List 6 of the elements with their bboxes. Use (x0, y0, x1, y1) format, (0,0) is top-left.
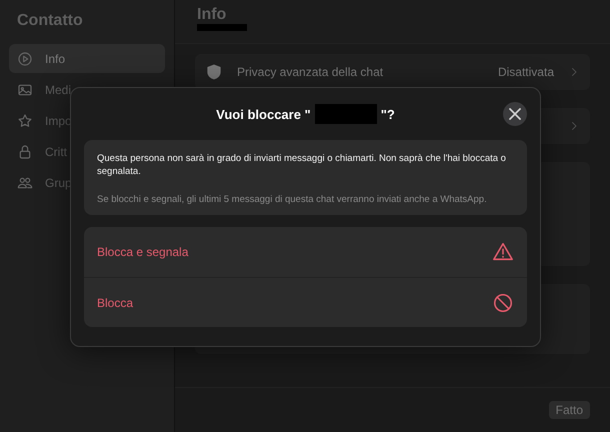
page-title: Info (197, 6, 228, 24)
dialog-message: Questa persona non sarà in grado di inviarti messaggi o chiamarti. Non saprà che l'hai bloccata o segnalata. (97, 152, 507, 178)
dialog-note: Se blocchi e segnali, gli ultimi 5 messaggi di questa chat verranno inviati anche a WhatsApp. (97, 194, 488, 205)
sidebar-title: Contatto (16, 11, 84, 31)
dialog-title: "? (380, 106, 395, 122)
dialog-title: Vuoi bloccare " (216, 106, 311, 122)
